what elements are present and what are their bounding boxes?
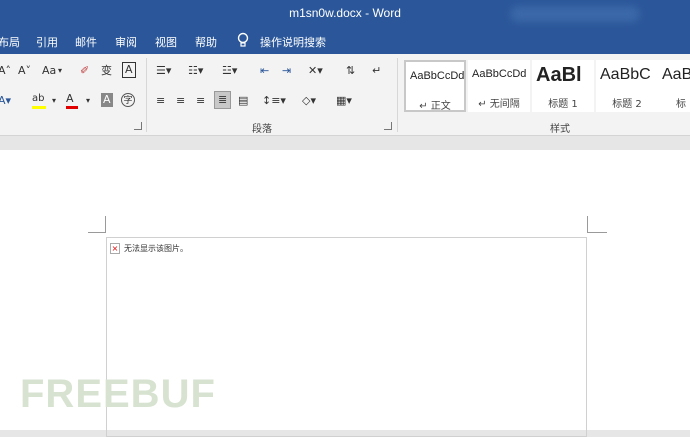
increase-indent-icon[interactable]: ⇥ xyxy=(282,64,291,78)
paragraph-dialog-launcher[interactable] xyxy=(384,122,392,130)
numbering-icon[interactable]: ☷▾ xyxy=(188,64,203,78)
shading-icon[interactable]: ◇▾ xyxy=(302,94,316,108)
chevron-down-icon[interactable]: ▾ xyxy=(58,64,62,78)
ribbon-tabs: 布局 引用 邮件 审阅 视图 帮助 操作说明搜索 xyxy=(0,28,690,54)
char-border-button[interactable]: A xyxy=(122,62,136,78)
highlight-button[interactable]: ab xyxy=(32,92,46,109)
crop-mark xyxy=(587,216,588,233)
account-area[interactable] xyxy=(510,6,640,22)
style-heading-1[interactable]: AaBl 标题 1 xyxy=(532,60,594,112)
tab-references[interactable]: 引用 xyxy=(36,34,58,50)
distributed-icon[interactable]: ▤ xyxy=(238,94,248,108)
line-spacing-icon[interactable]: ↕≡▾ xyxy=(262,94,286,108)
style-sample: AaBbCcDd xyxy=(410,70,465,82)
tab-view[interactable]: 视图 xyxy=(155,34,177,50)
style-title[interactable]: AaB 标题 xyxy=(658,60,690,112)
tab-mailings[interactable]: 邮件 xyxy=(75,34,97,50)
crop-mark xyxy=(88,232,106,233)
tab-review[interactable]: 审阅 xyxy=(115,34,137,50)
char-shading-button[interactable]: A xyxy=(101,93,113,107)
chevron-down-icon[interactable]: ▾ xyxy=(52,94,56,108)
style-sample: AaB xyxy=(662,66,690,83)
watermark-logo: FREEBUF xyxy=(20,372,216,416)
align-center-icon[interactable]: ≡ xyxy=(176,94,185,108)
phonetic-guide-button[interactable]: 变 xyxy=(101,64,112,78)
styles-group-label: 样式 xyxy=(550,124,570,135)
ribbon: A˄ A˅ Aa ▾ ✐ 变 A A▾ ab ▾ A ▾ A 字 ☰▾ ☷▾ ☳… xyxy=(0,54,690,136)
enclose-char-button[interactable]: 字 xyxy=(121,93,135,107)
style-heading-2[interactable]: AaBbC 标题 2 xyxy=(596,60,658,112)
bullets-icon[interactable]: ☰▾ xyxy=(156,64,171,78)
multilevel-list-icon[interactable]: ☳▾ xyxy=(222,64,237,78)
crop-mark xyxy=(587,232,607,233)
decrease-indent-icon[interactable]: ⇤ xyxy=(260,64,269,78)
text-effect-icon[interactable]: A▾ xyxy=(0,94,11,108)
align-left-icon[interactable]: ≡ xyxy=(156,94,165,108)
clear-format-icon[interactable]: ✐ xyxy=(80,64,89,78)
font-dialog-launcher[interactable] xyxy=(134,122,142,130)
tell-me-search[interactable]: 操作说明搜索 xyxy=(260,34,326,50)
style-name: ↵ 无间隔 xyxy=(478,99,520,110)
font-color-label: A xyxy=(66,92,74,105)
change-case-button[interactable]: Aa xyxy=(42,64,56,78)
style-sample: AaBl xyxy=(536,64,582,86)
grow-font-icon[interactable]: A˄ xyxy=(0,64,11,78)
style-name: 标题 2 xyxy=(612,99,642,110)
group-separator xyxy=(397,58,398,132)
justify-icon[interactable]: ≣ xyxy=(214,91,232,109)
chinese-layout-icon[interactable]: ✕▾ xyxy=(308,64,323,78)
style-sample: AaBbCcDd xyxy=(472,68,527,80)
tab-layout[interactable]: 布局 xyxy=(0,34,20,50)
paragraph-group-label: 段落 xyxy=(252,124,272,135)
sort-icon[interactable]: ⇅ xyxy=(346,64,355,78)
font-color-button[interactable]: A xyxy=(66,92,78,109)
borders-icon[interactable]: ▦▾ xyxy=(336,94,352,108)
show-marks-icon[interactable]: ↵ xyxy=(372,64,381,78)
shrink-font-icon[interactable]: A˅ xyxy=(18,64,31,78)
title-bar: m1sn0w.docx - Word xyxy=(0,0,690,28)
style-name: ↵ 正文 xyxy=(419,101,451,112)
crop-mark xyxy=(105,216,106,233)
highlight-label: ab xyxy=(32,93,45,104)
tab-help[interactable]: 帮助 xyxy=(195,34,217,50)
broken-image-icon: × xyxy=(110,243,120,254)
broken-image-text: 无法显示该图片。 xyxy=(124,244,188,253)
group-separator xyxy=(146,58,147,132)
highlight-color-bar xyxy=(32,106,46,109)
style-name: 标题 1 xyxy=(548,99,578,110)
style-no-spacing[interactable]: AaBbCcDd ↵ 无间隔 xyxy=(468,60,530,112)
style-sample: AaBbC xyxy=(600,66,651,83)
chevron-down-icon[interactable]: ▾ xyxy=(86,94,90,108)
lightbulb-icon xyxy=(237,32,249,47)
align-right-icon[interactable]: ≡ xyxy=(196,94,205,108)
font-color-bar xyxy=(66,106,78,109)
style-normal[interactable]: AaBbCcDd ↵ 正文 xyxy=(404,60,466,112)
style-name: 标题 xyxy=(676,99,686,110)
